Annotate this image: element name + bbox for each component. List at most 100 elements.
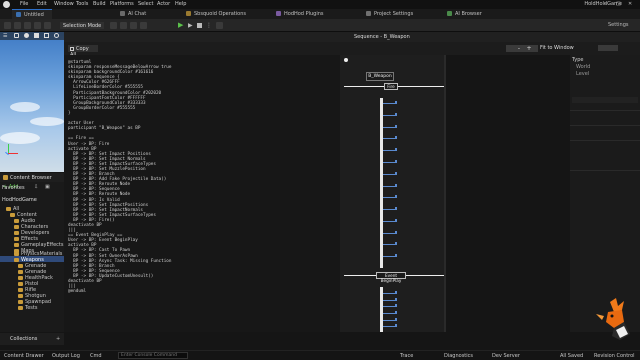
all-saved-indicator[interactable]: All Saved (560, 353, 583, 359)
tab-sbsquoid-operations[interactable]: Sbsquoid Operations (186, 9, 246, 19)
menu-actor[interactable]: Actor (157, 1, 170, 7)
unreal-logo-icon[interactable] (3, 1, 10, 8)
self-message-loop (395, 324, 397, 328)
content-browser-tab[interactable]: Content Browser (0, 173, 64, 182)
add-collection-icon[interactable]: + (56, 336, 60, 342)
content-drawer-button[interactable]: Content Drawer (4, 353, 44, 359)
menu-help[interactable]: Help (175, 1, 186, 7)
collections-section[interactable]: Collections + (0, 333, 64, 345)
cmd-dropdown[interactable]: Cmd (90, 353, 102, 359)
tab-hodhod-plugins[interactable]: HodHod Plugins (276, 9, 324, 19)
browser-icon (447, 11, 452, 16)
save-icon[interactable] (4, 22, 11, 29)
tab-label: Project Settings (374, 11, 414, 17)
menu-select[interactable]: Select (138, 1, 153, 7)
show-icon[interactable] (34, 33, 39, 38)
content-browser-icon (3, 175, 8, 180)
menu-file[interactable]: File (20, 1, 28, 7)
tab-ai-chat[interactable]: AI Chat (120, 9, 146, 19)
self-message-loop (395, 124, 397, 128)
hodhod-logo (596, 298, 630, 340)
output-log-button[interactable]: Output Log (52, 353, 80, 359)
minimize-icon[interactable]: – (604, 1, 607, 7)
self-message-loop (395, 101, 397, 104)
play-icon[interactable]: ▶ (178, 22, 184, 29)
folder-icon[interactable] (14, 22, 21, 29)
perspective-icon[interactable] (14, 33, 19, 38)
operations-icon (186, 11, 191, 16)
menu-window[interactable]: Window (54, 1, 74, 7)
derived-data-button[interactable]: Dev Server (492, 353, 520, 359)
self-message-loop (395, 148, 397, 152)
modeling-icon[interactable] (110, 22, 117, 29)
sequencer-icon[interactable] (140, 22, 147, 29)
console-command-input[interactable]: Enter Console Command (118, 352, 188, 359)
self-message-loop (395, 195, 397, 199)
import-icon[interactable]: ⇩ (34, 184, 38, 190)
self-message-loop (395, 291, 397, 294)
main-toolbar: Selection Mode ▶ ▶ ⋮ Settings (0, 19, 640, 32)
fit-to-window-label: Fit to Window (540, 45, 574, 51)
actor-icon (344, 58, 348, 62)
diagnostics-button[interactable]: Diagnostics (444, 353, 473, 359)
stop-icon[interactable] (197, 23, 202, 28)
cinematics-icon[interactable] (44, 22, 51, 29)
self-message-loop (395, 207, 397, 211)
save-all-icon[interactable]: ▣ (45, 184, 50, 190)
settings-button[interactable]: Settings (608, 22, 629, 28)
close-icon[interactable]: ✕ (628, 1, 632, 7)
plantuml-code[interactable]: @startuml skinparam responseMessageBelow… (68, 60, 171, 294)
self-message-loop (395, 112, 397, 116)
self-message-loop (395, 136, 397, 140)
viewport-menu-icon[interactable]: ☰ (3, 33, 7, 39)
platforms-icon[interactable] (216, 22, 223, 29)
group-label-fire: Fire (384, 83, 398, 90)
content-icon[interactable] (120, 22, 127, 29)
sequence-title: Sequence - B_Weapon (354, 34, 410, 40)
more-options-icon[interactable]: ⋮ (206, 22, 212, 29)
menu-build[interactable]: Build (93, 1, 106, 7)
rotation-snap-icon[interactable] (54, 33, 59, 38)
self-message-loop (395, 304, 397, 308)
trace-button[interactable]: Trace (400, 353, 413, 359)
copy-all-button[interactable]: Copy All (68, 45, 98, 58)
self-message-loop (395, 242, 397, 246)
lit-icon[interactable] (24, 33, 29, 38)
zoom-in-button[interactable]: + (520, 45, 538, 52)
menu-edit[interactable]: Edit (37, 1, 47, 7)
details-level-label: Level (576, 71, 590, 77)
tab-label: HodHod Plugins (284, 11, 324, 17)
tree-item-tests[interactable]: Tests (18, 305, 37, 311)
revision-control-button[interactable]: Revision Control (594, 353, 635, 359)
tab-label: AI Chat (128, 11, 147, 17)
maximize-icon[interactable]: □ (616, 1, 621, 7)
divider (570, 125, 640, 126)
add-icon[interactable] (24, 22, 31, 29)
sequence-diagram[interactable] (340, 55, 444, 332)
project-section[interactable]: HodHodGame (2, 197, 37, 203)
level-viewport[interactable]: ☰ (0, 32, 64, 172)
blueprint-icon[interactable] (34, 22, 41, 29)
blueprints-icon[interactable] (130, 22, 137, 29)
skip-icon[interactable]: ▶ (188, 22, 194, 29)
viewport-toolbar: ☰ (0, 32, 64, 40)
details-search[interactable] (572, 97, 638, 103)
fit-to-window-button[interactable] (598, 45, 618, 51)
cloud (0, 132, 40, 144)
cloud (10, 102, 40, 112)
tab-untitled[interactable]: Untitled (12, 9, 52, 19)
grid-snap-icon[interactable] (44, 33, 49, 38)
divider (570, 170, 640, 171)
self-message-loop (395, 230, 397, 234)
tab-ai-browser[interactable]: AI Browser (447, 9, 482, 19)
menu-tools[interactable]: Tools (76, 1, 88, 7)
divider (570, 110, 640, 111)
sequence-panel-header: Sequence - B_Weapon (64, 32, 640, 42)
menu-platforms[interactable]: Platforms (110, 1, 134, 7)
self-message-loop (395, 171, 397, 175)
tab-label: Untitled (24, 12, 44, 18)
selection-mode-dropdown[interactable]: Selection Mode (60, 22, 105, 29)
favorites-section[interactable]: Favorites (2, 185, 25, 191)
activation-bar (380, 98, 383, 268)
tab-project-settings[interactable]: Project Settings (366, 9, 413, 19)
